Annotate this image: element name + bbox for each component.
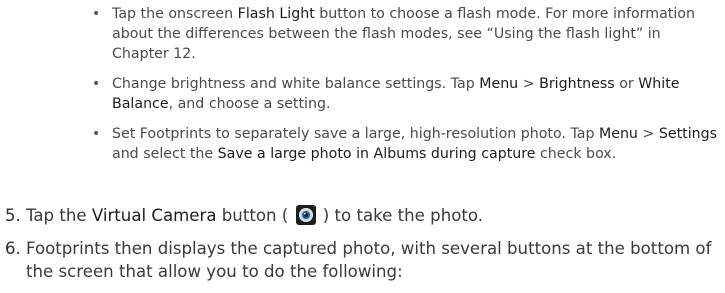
option-bullet-list: • Tap the onscreen Flash Light button to… (92, 4, 720, 174)
bullet-marker: • (92, 126, 101, 142)
bullet-text: Tap the onscreen Flash Light button to c… (112, 6, 695, 62)
step-text: Footprints then displays the captured ph… (26, 239, 712, 281)
bullet-marker: • (92, 6, 101, 22)
ui-term-menu: Menu (479, 76, 519, 92)
step-5: 5. Tap the Virtual Camera button ( ) to … (0, 204, 725, 227)
ui-term-save-large-photo: Save a large photo in Albums during capt… (217, 146, 536, 162)
numbered-steps: 5. Tap the Virtual Camera button ( ) to … (0, 204, 725, 293)
step-number: 6. (5, 239, 21, 258)
step-6: 6. Footprints then displays the captured… (0, 237, 725, 283)
bullet-marker: • (92, 76, 101, 92)
bullet-brightness: • Change brightness and white balance se… (92, 74, 720, 114)
manual-page: • Tap the onscreen Flash Light button to… (0, 0, 725, 293)
camera-shutter-icon (295, 205, 316, 225)
ui-term-settings: Settings (658, 126, 718, 142)
bullet-large-photo: • Set Footprints to separately save a la… (92, 124, 720, 164)
step-text: Tap the Virtual Camera button ( ) to tak… (26, 205, 484, 225)
ui-term-brightness: Brightness (539, 76, 615, 92)
ui-term-menu: Menu (598, 126, 638, 142)
ui-term-virtual-camera: Virtual Camera (91, 206, 217, 225)
bullet-flash-light: • Tap the onscreen Flash Light button to… (92, 4, 720, 64)
step-number: 5. (5, 206, 21, 225)
bullet-text: Set Footprints to separately save a larg… (112, 126, 718, 162)
ui-term-flash-light: Flash Light (237, 6, 315, 22)
bullet-text: Change brightness and white balance sett… (112, 76, 680, 112)
